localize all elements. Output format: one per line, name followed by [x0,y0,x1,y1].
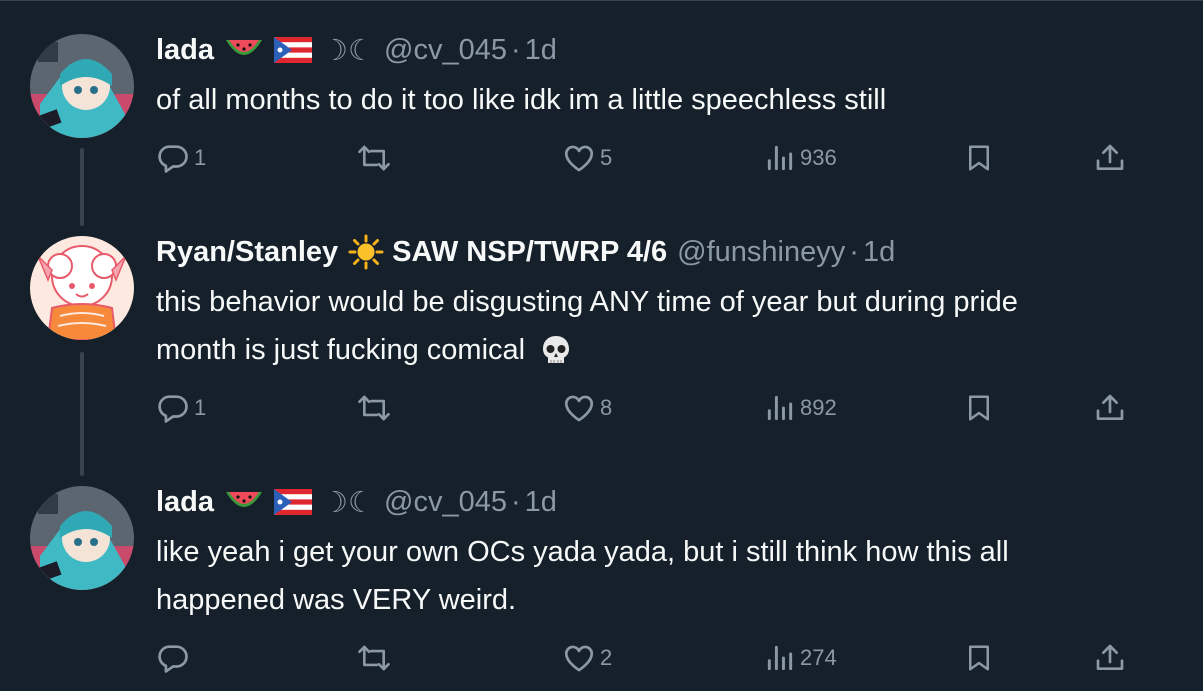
display-name[interactable]: Ryan/Stanley [156,236,338,269]
share-icon [1096,144,1124,170]
bookmark-icon [969,645,989,671]
share-button[interactable] [1094,638,1126,678]
retweet-icon [358,645,390,671]
like-button[interactable]: 2 [562,638,612,678]
bookmark-icon [969,395,989,421]
skull-icon [539,334,573,368]
like-icon [564,145,594,172]
thread-connector-line [80,148,84,226]
views-icon [767,145,793,171]
reply-count: 1 [194,395,207,420]
tweet-header: lada ☽☾ @cv_045 · 1d [156,482,557,522]
retweet-button[interactable] [356,138,392,178]
retweet-button[interactable] [356,638,392,678]
puerto-rico-flag-icon [274,37,313,63]
timestamp[interactable]: 1d [863,236,895,269]
bookmark-icon [969,145,989,171]
like-button[interactable]: 8 [562,388,612,428]
top-divider [0,0,1203,1]
share-button[interactable] [1094,388,1126,428]
bookmark-button[interactable] [964,138,994,178]
tweet-text-line: happened was VERY weird. [156,584,517,616]
display-name[interactable]: lada [156,34,214,67]
tweet-text-line: like yeah i get your own OCs yada yada, … [156,536,1009,568]
moon-symbols: ☽☾ [322,34,375,67]
reply-count: 1 [194,145,207,170]
timestamp[interactable]: 1d [525,34,557,67]
view-count: 274 [800,645,837,670]
retweet-icon [358,145,390,171]
thread-connector-line [80,352,84,476]
separator-dot: · [510,485,521,518]
tweet-text: of all months to do it too like idk im a… [156,84,887,116]
display-name-suffix[interactable]: SAW NSP/TWRP 4/6 [392,236,667,269]
tweet-header: lada ☽☾ @cv_045 · 1d [156,30,557,70]
tweet-text: like yeah i get your own OCs yada yada, … [156,528,1009,624]
share-icon [1096,394,1124,420]
like-button[interactable]: 5 [562,138,612,178]
reply-icon [158,645,188,673]
watermelon-icon [224,488,264,516]
action-bar: 1 8 892 [156,388,1146,428]
action-bar: 2 274 [156,638,1146,678]
tweet-text-line: month is just fucking comical [156,326,1018,374]
moon-symbols: ☽☾ [322,486,375,519]
reply-icon [158,145,188,173]
username-handle[interactable]: @cv_045 [384,486,507,519]
retweet-icon [358,395,390,421]
views-button[interactable]: 274 [764,638,837,678]
reply-button[interactable] [156,638,190,678]
views-icon [767,395,793,421]
like-icon [564,395,594,422]
separator-dot: · [849,235,859,268]
avatar-lada[interactable] [30,486,134,590]
views-icon [767,645,793,671]
separator-dot: · [510,33,521,66]
timestamp[interactable]: 1d [525,486,557,519]
views-button[interactable]: 936 [764,138,837,178]
bookmark-button[interactable] [964,388,994,428]
like-count: 5 [600,145,613,170]
avatar-ryan-stanley[interactable] [30,236,134,340]
tweet-text-line: this behavior would be disgusting ANY ti… [156,286,1018,318]
view-count: 892 [800,395,837,420]
watermelon-icon [224,36,264,64]
like-count: 2 [600,645,613,670]
reply-button[interactable]: 1 [156,388,206,428]
like-count: 8 [600,395,613,420]
share-button[interactable] [1094,138,1126,178]
reply-button[interactable]: 1 [156,138,206,178]
avatar-lada[interactable] [30,34,134,138]
username-handle[interactable]: @cv_045 [384,34,507,67]
action-bar: 1 5 936 [156,138,1146,178]
sun-icon [348,234,384,270]
reply-icon [158,395,188,423]
tweet-text-span: month is just fucking comical [156,334,526,366]
retweet-button[interactable] [356,388,392,428]
views-button[interactable]: 892 [764,388,837,428]
puerto-rico-flag-icon [274,489,313,515]
view-count: 936 [800,145,837,170]
tweet-text: this behavior would be disgusting ANY ti… [156,278,1018,374]
tweet-header: Ryan/Stanley SAW NSP/TWRP 4/6 @funshiney… [156,232,895,272]
username-handle[interactable]: @funshineyy [677,236,845,269]
like-icon [564,645,594,672]
share-icon [1096,644,1124,670]
display-name[interactable]: lada [156,486,214,519]
bookmark-button[interactable] [964,638,994,678]
